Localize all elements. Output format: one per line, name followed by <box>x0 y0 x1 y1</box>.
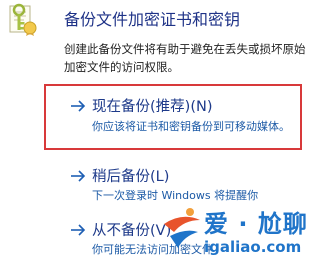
option-title: 稍后备份(L) <box>92 169 170 185</box>
arrow-right-icon <box>71 224 86 236</box>
never-backup-option[interactable]: 从不备份(V) 你可能无法访问加密文件 <box>64 214 320 266</box>
dialog-title: 备份文件加密证书和密钥 <box>64 10 241 29</box>
backup-now-option[interactable]: 现在备份(推荐)(N) 你应该将证书和密钥备份到可移动媒体。 <box>64 84 320 152</box>
option-title: 现在备份(推荐)(N) <box>92 99 213 115</box>
arrow-right-icon <box>71 100 86 112</box>
arrow-right-icon <box>71 170 86 182</box>
option-subtitle: 你应该将证书和密钥备份到可移动媒体。 <box>92 120 290 133</box>
description-line: 创建此备份文件将有助于避免在丢失或损坏原始 <box>64 42 306 56</box>
dialog-description: 创建此备份文件将有助于避免在丢失或损坏原始 加密文件的访问权限。 <box>64 40 320 76</box>
description-line: 加密文件的访问权限。 <box>64 60 179 74</box>
dialog-header: 备份文件加密证书和密钥 <box>0 0 320 36</box>
option-title: 从不备份(V) <box>92 223 172 239</box>
certificate-key-icon <box>9 3 37 36</box>
backup-dialog: 备份文件加密证书和密钥 创建此备份文件将有助于避免在丢失或损坏原始 加密文件的访… <box>0 0 320 270</box>
backup-later-option[interactable]: 稍后备份(L) 下一次登录时 Windows 将提醒你 <box>64 160 320 212</box>
option-subtitle: 下一次登录时 Windows 将提醒你 <box>92 189 259 202</box>
option-subtitle: 你可能无法访问加密文件 <box>92 243 213 256</box>
